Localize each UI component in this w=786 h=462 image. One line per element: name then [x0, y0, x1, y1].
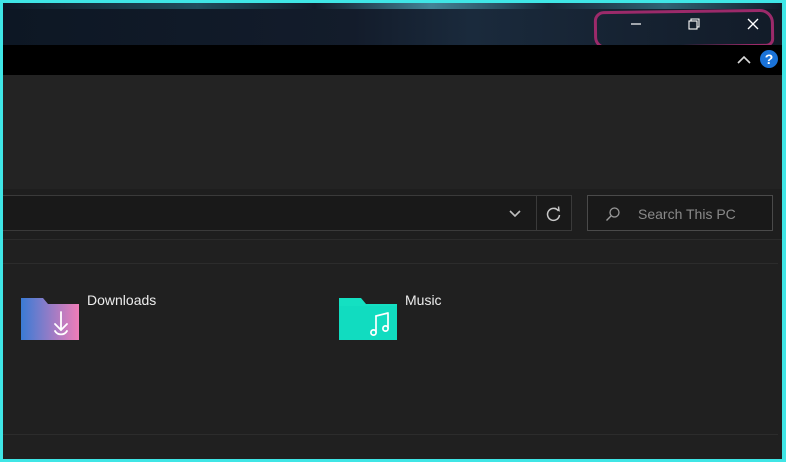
explorer-window: ? Search This PC Downloads Music	[0, 0, 786, 462]
folder-music[interactable]: Music	[339, 292, 569, 352]
section-divider-bottom	[3, 434, 778, 435]
address-bar[interactable]	[3, 195, 572, 231]
downloads-folder-icon	[21, 298, 79, 340]
search-icon	[606, 207, 620, 221]
annotation-highlight	[593, 8, 775, 50]
chevron-up-icon[interactable]	[736, 54, 752, 66]
section-divider-top	[3, 263, 778, 264]
address-row: Search This PC	[3, 189, 782, 240]
ribbon-panel	[3, 75, 782, 190]
music-folder-icon	[339, 298, 397, 340]
folder-label: Downloads	[87, 292, 157, 308]
chevron-down-icon[interactable]	[508, 208, 522, 220]
ribbon-tab-strip: ?	[3, 45, 782, 75]
address-separator	[536, 196, 537, 230]
search-input[interactable]: Search This PC	[587, 195, 773, 231]
search-placeholder: Search This PC	[638, 206, 736, 222]
help-icon[interactable]: ?	[760, 50, 778, 68]
title-bar[interactable]	[3, 3, 782, 50]
folder-label: Music	[405, 292, 442, 308]
folder-downloads[interactable]: Downloads	[21, 292, 251, 352]
refresh-icon[interactable]	[545, 205, 563, 223]
file-view: Downloads Music	[3, 240, 782, 459]
